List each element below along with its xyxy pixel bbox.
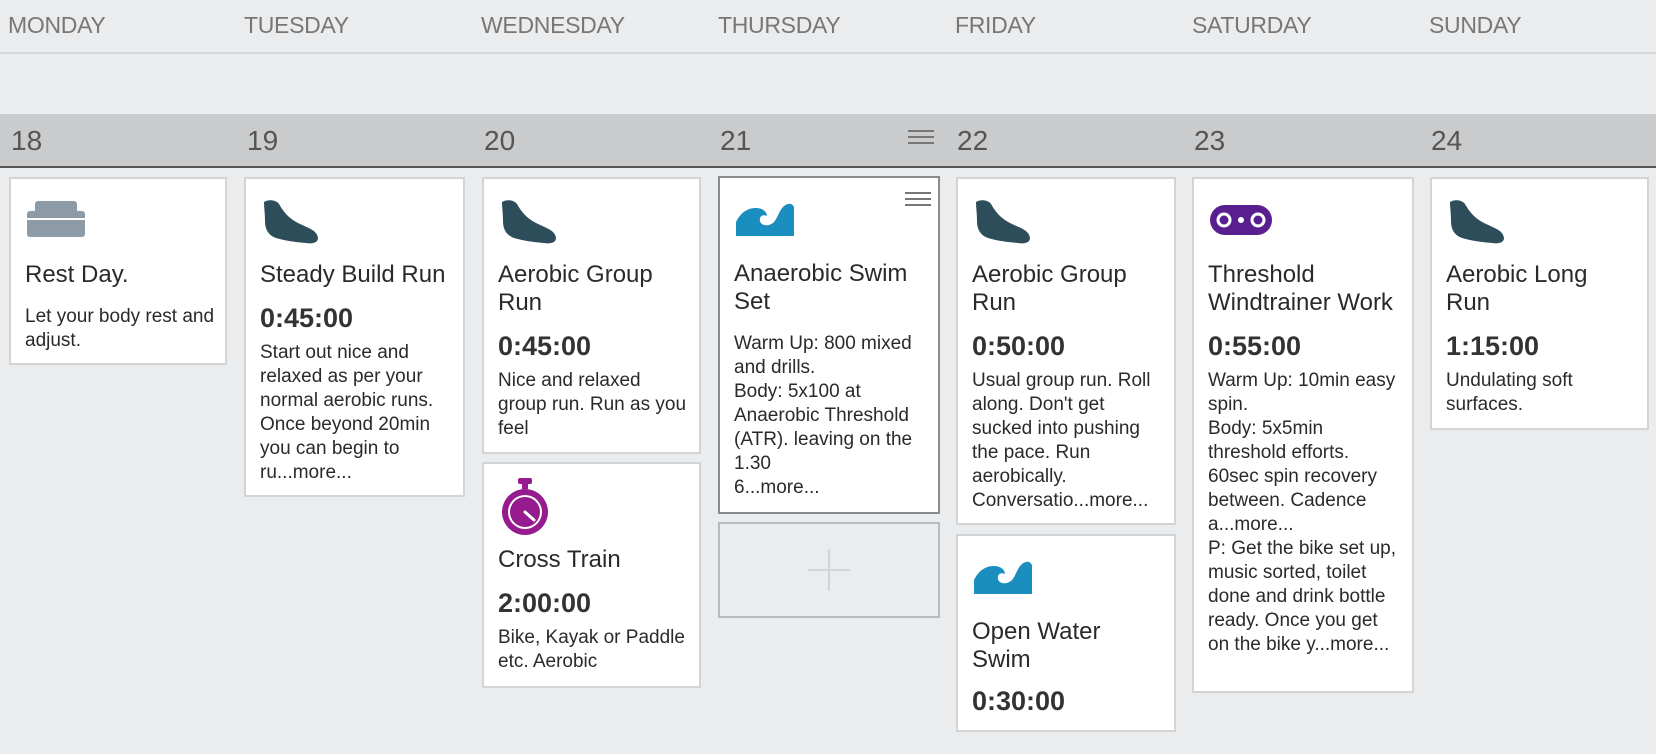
workout-duration: 0:45:00 [498, 331, 592, 361]
workout-description: Undulating soft surfaces. [1446, 370, 1573, 415]
wave-icon [736, 200, 794, 241]
date-thursday: 21 [720, 125, 752, 156]
description-line: Body: 5x5min threshold efforts. 60sec sp… [1208, 418, 1377, 535]
workout-title: Anaerobic Swim Set [734, 260, 908, 315]
date-monday: 18 [11, 125, 43, 156]
workout-title: Steady Build Run [260, 261, 446, 288]
date-friday: 22 [957, 125, 989, 156]
workout-title: Aerobic Group Run [498, 261, 653, 316]
workout-title: Rest Day. [25, 261, 129, 288]
workout-duration: 0:30:00 [972, 686, 1066, 716]
weekday-tuesday: TUESDAY [244, 12, 349, 38]
couch-icon [27, 199, 85, 242]
workout-card-threshold-windtrainer-work[interactable]: Threshold Windtrainer Work 0:55:00 Warm … [1192, 177, 1414, 693]
workout-duration: 0:50:00 [972, 331, 1066, 361]
date-strip: 18 19 20 21 22 23 24 [0, 114, 1656, 168]
workout-duration: 0:45:00 [260, 303, 354, 333]
workout-description: Start out nice and relaxed as per your n… [260, 342, 434, 483]
workout-description: Nice and relaxed group run. Run as you f… [498, 370, 687, 439]
description-line: Warm Up: 800 mixed and drills. [734, 333, 912, 378]
stopwatch-icon [500, 478, 550, 541]
workout-description: Let your body rest and adjust. [25, 306, 215, 351]
workout-duration: 2:00:00 [498, 588, 592, 618]
add-workout-button[interactable] [718, 522, 940, 618]
date-sunday: 24 [1431, 125, 1463, 156]
workout-title: Open Water Swim [972, 618, 1101, 673]
workout-duration: 1:15:00 [1446, 331, 1540, 361]
workout-description: Warm Up: 800 mixed and drills. Body: 5x1… [734, 332, 930, 500]
workout-card-aerobic-group-run[interactable]: Aerobic Group Run 0:45:00 Nice and relax… [482, 177, 701, 454]
run-shoe-icon [974, 199, 1032, 250]
date-tuesday: 19 [247, 125, 279, 156]
workout-card-cross-train[interactable]: Cross Train 2:00:00 Bike, Kayak or Paddl… [482, 462, 701, 688]
wave-icon [974, 558, 1032, 599]
description-line: Body: 5x100 at Anaerobic Threshold (ATR)… [734, 381, 913, 474]
weekday-saturday: SATURDAY [1192, 12, 1312, 38]
workout-card-anaerobic-swim-set[interactable]: Anaerobic Swim Set Warm Up: 800 mixed an… [718, 176, 940, 514]
day-menu-icon[interactable] [908, 130, 934, 146]
weekday-header-row: MONDAY TUESDAY WEDNESDAY THURSDAY FRIDAY… [0, 0, 1656, 54]
date-wednesday: 20 [484, 125, 516, 156]
workout-description: Usual group run. Roll along. Don't get s… [972, 370, 1151, 511]
description-line: Warm Up: 10min easy spin. [1208, 370, 1396, 415]
weekday-wednesday: WEDNESDAY [481, 12, 625, 38]
bike-chain-icon [1210, 205, 1272, 240]
workout-card-steady-build-run[interactable]: Steady Build Run 0:45:00 Start out nice … [244, 177, 465, 497]
workout-description: Bike, Kayak or Paddle etc. Aerobic [498, 627, 685, 672]
weekday-monday: MONDAY [8, 12, 106, 38]
workout-card-rest-day[interactable]: Rest Day. Let your body rest and adjust. [9, 177, 227, 365]
weekday-sunday: SUNDAY [1429, 12, 1522, 38]
workout-title: Aerobic Group Run [972, 261, 1127, 316]
description-line: P: Get the bike set up, music sorted, to… [1208, 538, 1396, 655]
run-shoe-icon [262, 199, 320, 250]
run-shoe-icon [500, 199, 558, 250]
weekday-friday: FRIDAY [955, 12, 1036, 38]
run-shoe-icon [1448, 199, 1506, 250]
workout-card-aerobic-long-run[interactable]: Aerobic Long Run 1:15:00 Undulating soft… [1430, 177, 1649, 430]
workout-title: Aerobic Long Run [1446, 261, 1588, 316]
workout-title: Threshold Windtrainer Work [1208, 261, 1393, 316]
workout-card-aerobic-group-run-friday[interactable]: Aerobic Group Run 0:50:00 Usual group ru… [956, 177, 1176, 525]
workout-menu-icon[interactable] [905, 192, 931, 208]
weekday-thursday: THURSDAY [718, 12, 841, 38]
workout-description: Warm Up: 10min easy spin. Body: 5x5min t… [1208, 369, 1404, 657]
workout-card-open-water-swim[interactable]: Open Water Swim 0:30:00 [956, 534, 1176, 732]
workout-title: Cross Train [498, 546, 621, 573]
date-saturday: 23 [1194, 125, 1226, 156]
description-line: 6...more... [734, 477, 820, 498]
workout-duration: 0:55:00 [1208, 331, 1302, 361]
